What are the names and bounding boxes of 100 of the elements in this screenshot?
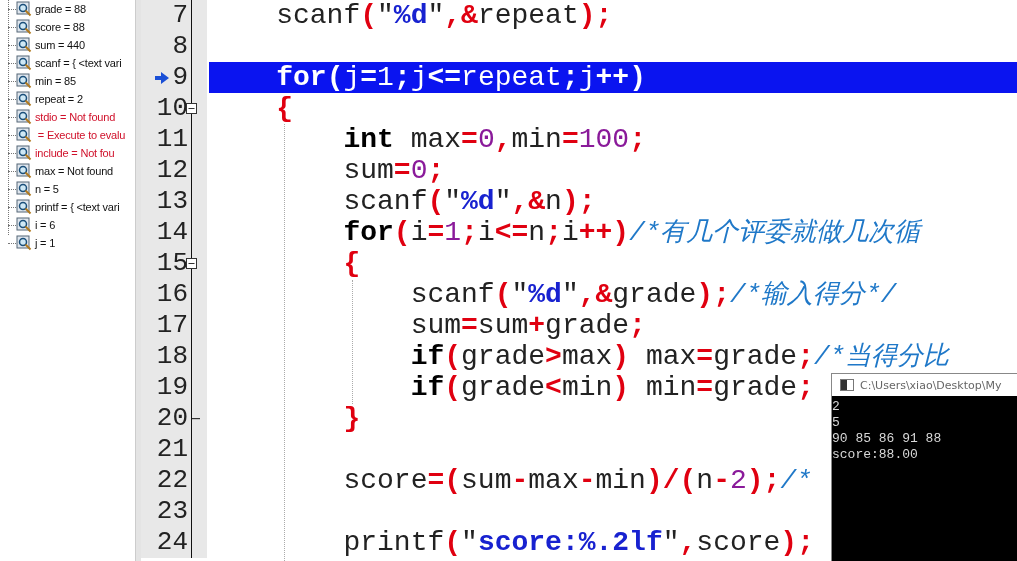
operator: ,& — [511, 186, 546, 217]
code-text: grade — [461, 341, 546, 372]
operator: ( — [444, 341, 462, 372]
code-text: grade — [713, 372, 798, 403]
operator: ) — [612, 372, 630, 403]
operator: <= — [494, 217, 529, 248]
operator: , — [494, 124, 512, 155]
operator: { — [275, 93, 293, 124]
operator: = — [360, 62, 378, 93]
watch-item[interactable]: j = 1 — [35, 237, 56, 249]
code-text: min — [511, 124, 562, 155]
operator: ( — [444, 372, 462, 403]
operator: = — [461, 310, 478, 341]
magnifier-icon — [16, 37, 32, 53]
line-number: 11 — [156, 124, 188, 155]
operator: ; — [461, 217, 478, 248]
operator: ); — [780, 527, 814, 558]
operator: ); — [561, 186, 596, 217]
magnifier-icon — [16, 19, 32, 35]
line-number: 12 — [156, 155, 188, 186]
code-text: " — [561, 279, 579, 310]
code-text: score — [696, 527, 781, 558]
line-number: 23 — [156, 496, 188, 527]
operator: } — [342, 403, 361, 434]
code-text: " — [444, 186, 462, 217]
operator: = — [696, 372, 714, 403]
operator: ; — [427, 155, 445, 186]
magnifier-icon — [16, 181, 32, 197]
code-text: j — [578, 62, 596, 93]
operator: ; — [393, 62, 411, 93]
operator: ++) — [595, 62, 646, 93]
operator: ( — [393, 217, 411, 248]
code-text: grade — [713, 341, 798, 372]
magnifier-icon — [16, 73, 32, 89]
line-number: 15 — [156, 248, 188, 279]
keyword: for — [275, 62, 327, 93]
code-text: " — [511, 279, 529, 310]
watch-item[interactable]: n = 5 — [35, 183, 59, 195]
line-number: 16 — [156, 279, 188, 310]
watch-item[interactable]: i = 6 — [35, 219, 56, 231]
collapse-icon[interactable] — [186, 258, 197, 269]
operator: ); — [696, 279, 730, 310]
operator: = — [696, 341, 714, 372]
magnifier-icon — [16, 127, 32, 143]
operator: , — [679, 527, 697, 558]
operator: ( — [326, 62, 344, 93]
line-number: 13 — [156, 186, 188, 217]
operator: <= — [427, 62, 462, 93]
operator: ); — [578, 0, 613, 31]
code-text: " — [662, 527, 680, 558]
operator: = — [427, 217, 445, 248]
watch-item[interactable]: scanf = { <text vari — [35, 57, 122, 69]
operator: =( — [427, 465, 462, 496]
watch-item[interactable]: repeat = 2 — [35, 93, 83, 105]
code-text: min — [595, 465, 646, 496]
collapse-icon[interactable] — [186, 103, 197, 114]
operator: ; — [629, 124, 646, 155]
number-literal: 100 — [578, 124, 630, 155]
code-text: scanf — [342, 186, 428, 217]
number-literal: 0 — [410, 155, 428, 186]
code-text: max — [528, 465, 579, 496]
magnifier-icon — [16, 145, 32, 161]
window-icon — [840, 379, 854, 391]
watch-item[interactable]: score = 88 — [35, 21, 85, 33]
watch-item[interactable]: stdio = Not found — [35, 111, 116, 123]
operator: ; — [797, 372, 814, 403]
operator: ); — [746, 465, 781, 496]
watch-item[interactable]: sum = 440 — [35, 39, 85, 51]
line-number: 17 — [156, 310, 188, 341]
code-text: max — [409, 124, 462, 155]
line-number: 24 — [156, 527, 188, 558]
number-literal: 0 — [477, 124, 495, 155]
line-number: 19 — [156, 372, 188, 403]
code-text: " — [377, 0, 394, 31]
code-text: max — [644, 341, 697, 372]
code-text: n — [528, 217, 546, 248]
number-literal: 2 — [730, 465, 747, 496]
keyword: int — [342, 124, 394, 155]
line-number: 14 — [156, 217, 188, 248]
code-text: grade — [545, 310, 630, 341]
watch-item[interactable]: max = Not found — [35, 165, 114, 177]
code-text: min — [644, 372, 697, 403]
arrow-icon — [155, 72, 169, 84]
line-number: 21 — [156, 434, 188, 465]
code-text: i — [561, 217, 579, 248]
string-literal: %d — [393, 0, 428, 31]
watch-item[interactable]: = Execute to evalu — [35, 129, 126, 141]
line-number: 10 — [156, 93, 188, 124]
code-text: j — [410, 62, 428, 93]
operator: - — [713, 465, 730, 496]
code-comment: /*输入得分*/ — [729, 280, 897, 310]
string-literal: %d — [528, 279, 562, 310]
operator: - — [511, 465, 529, 496]
watch-item[interactable]: min = 85 — [35, 75, 76, 87]
operator: > — [545, 341, 562, 372]
watch-item[interactable]: grade = 88 — [35, 3, 86, 15]
line-number: 9 — [172, 62, 188, 93]
code-text: sum — [477, 310, 529, 341]
watch-item[interactable]: include = Not fou — [35, 147, 115, 159]
watch-item[interactable]: printf = { <text vari — [35, 201, 120, 213]
